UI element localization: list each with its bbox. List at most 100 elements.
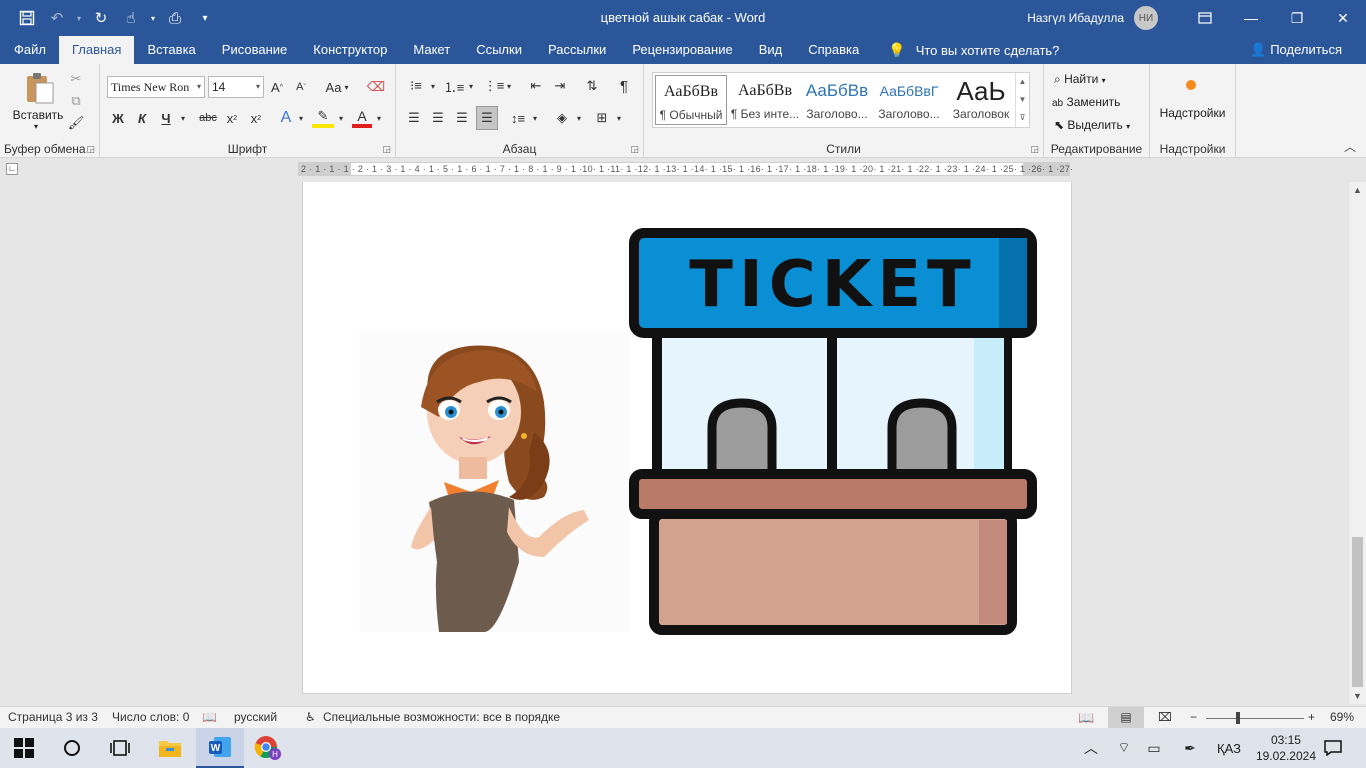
select-button[interactable]: ⬉ Выделить ▾	[1054, 118, 1130, 132]
paste-label[interactable]: Вставить	[8, 108, 68, 122]
line-spacing-dropdown-icon[interactable]: ▾	[530, 108, 540, 128]
word-taskbar-button[interactable]: W	[196, 728, 244, 768]
show-formatting-marks-icon[interactable]: ¶	[614, 76, 634, 96]
tray-overflow-icon[interactable]: ︿	[1080, 728, 1102, 768]
bullets-dropdown-icon[interactable]: ▾	[428, 76, 438, 96]
multilevel-list-icon[interactable]: ⋮≡	[484, 76, 505, 96]
more-styles-icon[interactable]: ⊽	[1016, 109, 1029, 127]
avatar[interactable]: НИ	[1134, 6, 1158, 30]
task-view-button[interactable]	[96, 728, 144, 768]
font-launcher-icon[interactable]: ◲	[382, 144, 391, 155]
redo-icon[interactable]: ↻	[86, 3, 116, 33]
font-color-icon[interactable]: A	[352, 108, 372, 128]
chrome-taskbar-button[interactable]: Н	[244, 728, 292, 768]
highlight-color-icon[interactable]: ✎	[312, 108, 334, 128]
wifi-icon[interactable]: ⌔	[1112, 728, 1136, 768]
tab-review[interactable]: Рецензирование	[619, 36, 745, 64]
tab-insert[interactable]: Вставка	[134, 36, 208, 64]
tell-me-box[interactable]: 💡 Что вы хотите сделать?	[888, 36, 1059, 64]
styles-scroll[interactable]: ▲ ▼ ⊽	[1015, 73, 1029, 127]
highlight-dropdown-icon[interactable]: ▾	[336, 108, 346, 128]
tab-draw[interactable]: Рисование	[209, 36, 300, 64]
format-painter-icon[interactable]: 🖌	[66, 114, 86, 132]
pen-icon[interactable]: ✒	[1178, 728, 1202, 768]
borders-icon[interactable]: ⊞	[592, 108, 612, 128]
tab-help[interactable]: Справка	[795, 36, 872, 64]
zoom-slider-track[interactable]	[1206, 718, 1304, 719]
underline-dropdown-icon[interactable]: ▾	[178, 108, 188, 128]
italic-button[interactable]: К	[132, 108, 152, 128]
change-case-button[interactable]: Aa ▾	[322, 77, 352, 97]
notifications-icon[interactable]	[1318, 728, 1348, 768]
numbering-icon[interactable]: ⒈≡	[444, 76, 465, 96]
tab-mailings[interactable]: Рассылки	[535, 36, 619, 64]
style-title[interactable]: АаЬ Заголовок	[945, 75, 1017, 125]
clipboard-launcher-icon[interactable]: ◲	[86, 144, 95, 155]
font-name-combo[interactable]: Times New Ron ▾	[107, 76, 205, 98]
styles-launcher-icon[interactable]: ◲	[1030, 144, 1039, 155]
ticket-booth-illustration[interactable]: TICKET	[629, 228, 1037, 636]
zoom-in-icon[interactable]: +	[1308, 710, 1315, 724]
subscript-icon[interactable]: x2	[222, 108, 242, 128]
replace-button[interactable]: ab Заменить	[1052, 95, 1120, 109]
ribbon-display-options-icon[interactable]	[1182, 0, 1228, 36]
zoom-level[interactable]: 69%	[1330, 710, 1354, 724]
save-icon[interactable]	[12, 3, 42, 33]
undo-dropdown-icon[interactable]: ▾	[72, 3, 86, 33]
accessibility-status[interactable]: Специальные возможности: все в порядке	[323, 710, 560, 724]
align-center-icon[interactable]: ☰	[428, 108, 448, 128]
numbering-dropdown-icon[interactable]: ▾	[466, 76, 476, 96]
strikethrough-button[interactable]: abc	[196, 108, 220, 128]
paste-icon[interactable]	[20, 70, 60, 106]
zoom-slider-thumb[interactable]	[1236, 712, 1240, 724]
superscript-icon[interactable]: x2	[246, 108, 266, 128]
customize-qat-icon[interactable]: ▾	[190, 3, 220, 33]
touch-mode-icon[interactable]: ☝	[116, 3, 146, 33]
tab-references[interactable]: Ссылки	[463, 36, 535, 64]
increase-indent-icon[interactable]: ⇥	[550, 76, 570, 96]
tab-home[interactable]: Главная	[58, 36, 135, 64]
keyboard-language[interactable]: ҚАЗ	[1212, 728, 1246, 768]
addins-icon[interactable]	[1186, 80, 1196, 90]
scroll-thumb[interactable]	[1352, 537, 1363, 687]
bold-button[interactable]: Ж	[108, 108, 128, 128]
user-name[interactable]: Назгүл Ибадулла	[1027, 11, 1124, 25]
paragraph-launcher-icon[interactable]: ◲	[630, 144, 639, 155]
grow-font-icon[interactable]: A ^	[268, 77, 286, 97]
multilevel-dropdown-icon[interactable]: ▾	[504, 76, 514, 96]
maximize-icon[interactable]: ❐	[1274, 0, 1320, 36]
cut-icon[interactable]: ✂	[66, 70, 86, 88]
justify-icon[interactable]: ☰	[476, 106, 498, 130]
clock[interactable]: 03:15 19.02.2024	[1256, 732, 1316, 764]
clear-formatting-icon[interactable]: ⌫	[366, 77, 386, 97]
close-icon[interactable]: ✕	[1320, 0, 1366, 36]
minimize-icon[interactable]: —	[1228, 0, 1274, 36]
shading-icon[interactable]: ◈	[552, 108, 572, 128]
decrease-indent-icon[interactable]: ⇤	[526, 76, 546, 96]
bullets-icon[interactable]: ⁝≡	[406, 76, 426, 96]
touch-dropdown-icon[interactable]: ▾	[146, 3, 160, 33]
collapse-ribbon-icon[interactable]: ︿	[1344, 138, 1356, 155]
chevron-down-icon[interactable]: ▼	[1016, 91, 1029, 109]
line-spacing-icon[interactable]: ↕≡	[508, 108, 528, 128]
scroll-up-icon[interactable]: ▲	[1349, 182, 1366, 198]
tab-file[interactable]: Файл	[0, 36, 59, 64]
proofing-icon[interactable]: 📖	[202, 710, 217, 724]
chevron-up-icon[interactable]: ▲	[1016, 73, 1029, 91]
text-effects-dropdown-icon[interactable]: ▾	[296, 108, 306, 128]
style-heading-1[interactable]: АаБбВв Заголово...	[801, 75, 873, 125]
word-count[interactable]: Число слов: 0	[112, 710, 189, 724]
font-size-combo[interactable]: 14 ▾	[208, 76, 264, 98]
align-right-icon[interactable]: ☰	[452, 108, 472, 128]
tab-stop-selector[interactable]: ∟	[6, 163, 18, 175]
horizontal-ruler[interactable]: 2 · 1 · 1 · 1 · 2 · 1 · 3 · 1 · 4 · 1 · …	[298, 162, 1073, 176]
text-effects-icon[interactable]: A	[276, 108, 296, 128]
tab-design[interactable]: Конструктор	[300, 36, 400, 64]
addins-button[interactable]: Надстройки	[1150, 106, 1235, 120]
align-left-icon[interactable]: ☰	[404, 108, 424, 128]
start-button[interactable]	[0, 728, 48, 768]
accessibility-icon[interactable]: ♿	[305, 710, 316, 724]
page-count[interactable]: Страница 3 из 3	[8, 710, 98, 724]
print-layout-icon[interactable]: ▤	[1108, 707, 1144, 728]
underline-button[interactable]: Ч	[156, 108, 176, 128]
